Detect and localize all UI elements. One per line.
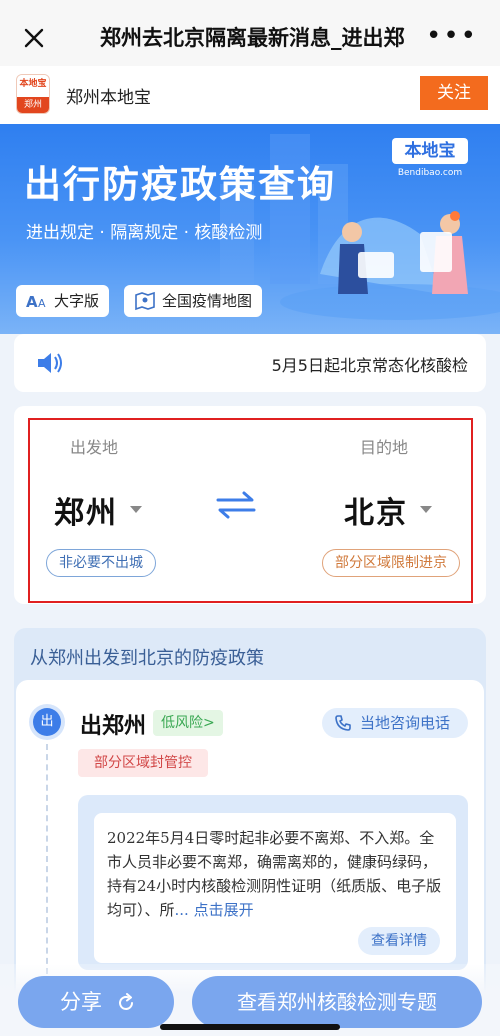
destination-label: 目的地 bbox=[360, 438, 409, 457]
large-font-label: 大字版 bbox=[54, 292, 100, 310]
share-icon bbox=[119, 993, 133, 1010]
destination-city-select[interactable]: 北京 bbox=[344, 488, 408, 532]
close-icon[interactable] bbox=[20, 24, 48, 52]
risk-level-badge[interactable]: 低风险> bbox=[153, 710, 223, 736]
brand-name: 本地宝 bbox=[392, 138, 468, 164]
phone-icon bbox=[335, 715, 351, 731]
origin-chevron-down-icon[interactable] bbox=[130, 506, 142, 513]
destination-chevron-down-icon[interactable] bbox=[420, 506, 432, 513]
epidemic-map-label: 全国疫情地图 bbox=[162, 292, 253, 310]
svg-text:A: A bbox=[26, 293, 38, 311]
local-hotline-button[interactable]: 当地咨询电话 bbox=[322, 708, 468, 738]
share-button[interactable]: 分享 bbox=[18, 976, 174, 1028]
destination-policy-tag[interactable]: 部分区域限制进京 bbox=[322, 549, 460, 577]
font-size-icon: A A bbox=[26, 293, 46, 311]
home-indicator bbox=[160, 1024, 340, 1030]
origin-city-select[interactable]: 郑州 bbox=[54, 488, 118, 532]
share-label: 分享 bbox=[60, 990, 102, 1014]
local-hotline-label: 当地咨询电话 bbox=[360, 714, 451, 732]
brand-url: Bendibao.com bbox=[397, 168, 463, 178]
speaker-icon bbox=[38, 353, 62, 373]
policy-detail-body: 2022年5月4日零时起非必要不离郑、不入郑。全市人员非必要不离郑，确需离郑的，… bbox=[107, 829, 442, 919]
account-logo-bottom: 郑州 bbox=[17, 97, 49, 113]
account-logo-top: 本地宝 bbox=[17, 75, 49, 93]
nucleic-test-topic-button[interactable]: 查看郑州核酸检测专题 bbox=[192, 976, 482, 1028]
swap-icon[interactable] bbox=[216, 490, 256, 520]
large-font-button[interactable]: A A 大字版 bbox=[16, 285, 110, 317]
status-badge: 部分区域封管控 bbox=[78, 749, 208, 777]
origin-label: 出发地 bbox=[70, 438, 119, 457]
out-title: 出郑州 bbox=[80, 714, 147, 739]
out-badge: 出 bbox=[33, 708, 61, 736]
expand-link[interactable]: ... 点击展开 bbox=[175, 901, 254, 919]
view-details-button[interactable]: 查看详情 bbox=[358, 927, 440, 955]
follow-button[interactable]: 关注 bbox=[420, 76, 488, 110]
policy-detail-text: 2022年5月4日零时起非必要不离郑、不入郑。全市人员非必要不离郑，确需离郑的，… bbox=[107, 826, 447, 922]
notice-text: 5月5日起北京常态化核酸检 bbox=[271, 356, 468, 375]
page-title: 郑州去北京隔离最新消息_进出郑 bbox=[100, 26, 405, 50]
policy-section-title: 从郑州出发到北京的防疫政策 bbox=[30, 648, 264, 669]
banner: 出行防疫政策查询 进出规定 · 隔离规定 · 核酸检测 本地宝 Bendibao… bbox=[0, 124, 500, 334]
notice-bar[interactable]: 5月5日起北京常态化核酸检 bbox=[14, 334, 486, 392]
account-bar: 本地宝 郑州 郑州本地宝 关注 bbox=[0, 66, 500, 124]
banner-title: 出行防疫政策查询 bbox=[24, 163, 336, 206]
origin-policy-tag[interactable]: 非必要不出城 bbox=[46, 549, 156, 577]
map-icon bbox=[135, 291, 155, 311]
nav-bar: 郑州去北京隔离最新消息_进出郑 ••• bbox=[0, 0, 500, 76]
more-icon[interactable]: ••• bbox=[426, 23, 478, 49]
svg-text:A: A bbox=[38, 297, 46, 310]
account-logo[interactable]: 本地宝 郑州 bbox=[16, 74, 50, 114]
timeline-line bbox=[46, 744, 48, 974]
brand-logo: 本地宝 Bendibao.com bbox=[392, 138, 468, 184]
epidemic-map-button[interactable]: 全国疫情地图 bbox=[124, 285, 263, 317]
account-name[interactable]: 郑州本地宝 bbox=[66, 83, 151, 108]
banner-subtitle: 进出规定 · 隔离规定 · 核酸检测 bbox=[26, 223, 263, 243]
